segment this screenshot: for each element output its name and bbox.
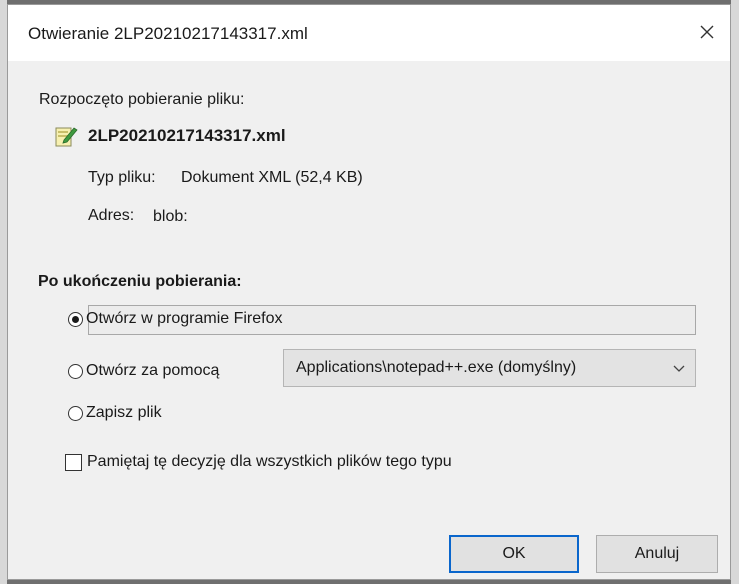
radio-indicator[interactable] <box>68 363 83 379</box>
open-with-app-select[interactable]: Applications\notepad++.exe (domyślny) <box>283 349 696 387</box>
radio-label: Zapisz plik <box>86 404 162 421</box>
xml-file-icon <box>55 127 78 147</box>
file-name: 2LP20210217143317.xml <box>88 126 286 145</box>
checkbox-indicator[interactable] <box>65 453 82 471</box>
download-started-label: Rozpoczęto pobieranie pliku: <box>39 91 245 108</box>
window-title: Otwieranie 2LP20210217143317.xml <box>28 24 308 43</box>
download-dialog: Otwieranie 2LP20210217143317.xml Rozpocz… <box>7 4 731 580</box>
radio-indicator[interactable] <box>68 311 83 327</box>
radio-save-file[interactable]: Zapisz plik <box>68 404 162 422</box>
cancel-button[interactable]: Anuluj <box>596 535 718 573</box>
address-value: blob: <box>153 208 188 225</box>
checkbox-label: Pamiętaj tę decyzję dla wszystkich plikó… <box>87 453 452 470</box>
remember-decision-checkbox[interactable]: Pamiętaj tę decyzję dla wszystkich plikó… <box>65 453 452 471</box>
background-right <box>731 0 739 584</box>
radio-indicator[interactable] <box>68 405 83 421</box>
chevron-down-icon <box>673 365 685 372</box>
radio-open-with[interactable]: Otwórz za pomocą <box>68 362 219 380</box>
title-bar[interactable]: Otwieranie 2LP20210217143317.xml <box>8 5 730 61</box>
ok-button[interactable]: OK <box>449 535 579 573</box>
file-type-value: Dokument XML (52,4 KB) <box>181 169 363 186</box>
address-label: Adres: <box>88 207 135 224</box>
radio-label: Otwórz za pomocą <box>86 362 220 379</box>
background-left <box>0 0 7 584</box>
close-button[interactable] <box>690 17 724 47</box>
radio-open-in-firefox[interactable]: Otwórz w programie Firefox <box>68 310 283 328</box>
radio-label: Otwórz w programie Firefox <box>86 310 283 327</box>
after-download-heading: Po ukończeniu pobierania: <box>38 273 242 290</box>
select-value: Applications\notepad++.exe (domyślny) <box>296 359 577 376</box>
close-icon <box>700 25 714 39</box>
file-type-label: Typ pliku: <box>88 169 156 186</box>
